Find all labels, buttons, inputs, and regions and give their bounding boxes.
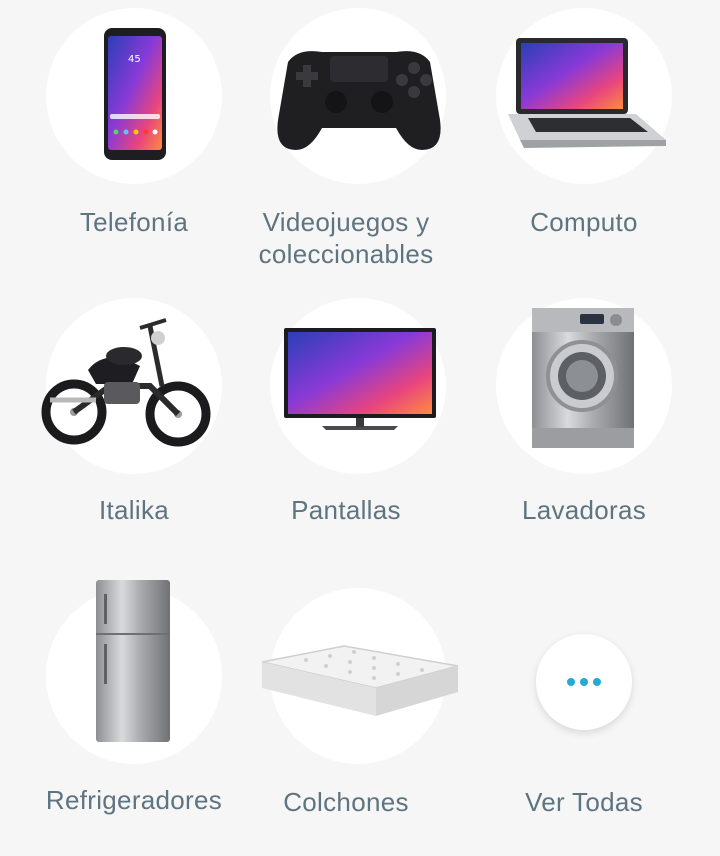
laptop-icon [508, 38, 666, 148]
category-colchones[interactable]: Colchones [226, 580, 466, 856]
mattress-icon [261, 645, 459, 716]
category-grid: 45 Telefonía Videojuegos y coleccionable… [0, 0, 720, 828]
category-label: Videojuegos y coleccionables [258, 207, 434, 269]
tv-icon [284, 328, 436, 430]
category-label: Italika [98, 495, 170, 525]
category-label: Computo [530, 207, 638, 237]
more-dots-icon [567, 678, 575, 686]
category-telefonia[interactable]: 45 Telefonía [0, 0, 240, 276]
more-dot [593, 678, 601, 686]
category-refrigeradores[interactable]: Refrigeradores [0, 580, 240, 856]
category-label: Refrigeradores [45, 785, 223, 815]
view-all-label[interactable]: Ver Todas [464, 786, 704, 818]
refrigerator-icon [96, 580, 170, 742]
category-pantallas[interactable]: Pantallas [226, 290, 466, 566]
gamepad-icon [277, 51, 441, 150]
category-label: Pantallas [291, 495, 401, 525]
category-lavadoras[interactable]: Lavadoras [480, 290, 720, 566]
smartphone-icon: 45 [104, 28, 166, 160]
view-all-button[interactable] [536, 634, 632, 730]
more-dot [580, 678, 588, 686]
category-italika[interactable]: Italika [0, 290, 240, 566]
category-videojuegos[interactable]: Videojuegos y coleccionables [226, 0, 466, 276]
category-label: Lavadoras [521, 495, 647, 525]
motorcycle-icon [41, 318, 211, 447]
washing-machine-icon [532, 308, 634, 448]
svg-text:45: 45 [128, 54, 141, 65]
category-label: Telefonía [79, 207, 189, 237]
category-computo[interactable]: Computo [480, 0, 720, 276]
category-label: Colchones [283, 787, 409, 817]
